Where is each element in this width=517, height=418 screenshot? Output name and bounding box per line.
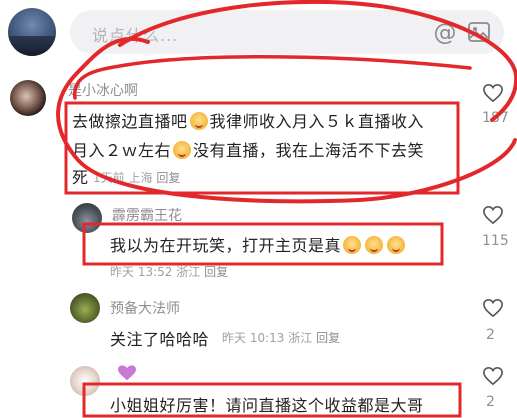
- comment-4-like-button[interactable]: [482, 366, 504, 390]
- comment-2-location: 浙江: [176, 265, 201, 279]
- comment-4-avatar[interactable]: [70, 366, 100, 396]
- comment-2-time: 昨天 13:52: [110, 265, 173, 279]
- comment-3-text: 关注了哈哈哈: [110, 330, 210, 349]
- heart-outline-icon: [483, 83, 503, 103]
- comment-2-username[interactable]: 霹雳霸王花: [112, 205, 182, 225]
- image-icon-svg: [468, 22, 490, 42]
- comment-1-text-line3: 死: [72, 168, 89, 187]
- crying-laughing-emoji-icon: [387, 236, 406, 254]
- comment-3-username[interactable]: 预备大法师: [110, 298, 180, 318]
- comment-2-text-part: 我以为在开玩笑，打开主页是真: [110, 236, 342, 255]
- crying-laughing-emoji-icon: [173, 141, 192, 159]
- at-sign-icon[interactable]: @: [431, 19, 459, 47]
- comment-1-location: 上海: [128, 171, 153, 185]
- comment-1-text-part: 我律师收入月入５ｋ直播收入: [209, 112, 425, 131]
- comment-2-avatar[interactable]: [72, 203, 102, 233]
- comment-1-like-button[interactable]: [482, 83, 504, 107]
- heart-outline-icon: [483, 205, 503, 225]
- comment-1-text-part: 没有直播，我在上海活不下去笑: [193, 141, 425, 160]
- heart-outline-icon: [483, 298, 503, 318]
- comment-2-like-button[interactable]: [482, 205, 504, 229]
- comment-3-like-button[interactable]: [482, 298, 504, 322]
- comment-2-meta: 昨天 13:52 浙江 回复: [110, 263, 228, 280]
- comment-3-location: 浙江: [288, 331, 313, 345]
- comment-3-reply-link[interactable]: 回复: [316, 331, 340, 345]
- comment-4-username-badge[interactable]: [116, 364, 138, 386]
- crying-laughing-emoji-icon: [343, 236, 362, 254]
- comment-1-username[interactable]: 是小冰心啊: [68, 80, 138, 100]
- crying-laughing-emoji-icon: [365, 236, 384, 254]
- heart-badge-icon: [118, 365, 136, 381]
- image-icon[interactable]: [467, 20, 491, 44]
- comment-input-placeholder: 说点什么...: [92, 26, 179, 45]
- comment-1-text-part: 月入２ｗ左右: [72, 141, 172, 160]
- current-user-avatar: [8, 8, 56, 56]
- comment-3-avatar[interactable]: [70, 293, 100, 323]
- comment-2-text: 我以为在开玩笑，打开主页是真: [110, 232, 407, 256]
- comment-1-text-part: 去做擦边直播吧: [72, 112, 188, 131]
- comment-1-avatar[interactable]: [10, 80, 46, 116]
- comment-2-like-count: 115: [482, 233, 509, 249]
- heart-outline-icon: [483, 366, 503, 386]
- comment-4-like-count: 2: [486, 394, 495, 410]
- comment-1-time: 1天前: [93, 171, 125, 185]
- comment-3-like-count: 2: [486, 327, 495, 343]
- comment-1-text-line1: 去做擦边直播吧 我律师收入月入５ｋ直播收入: [72, 108, 424, 132]
- comment-2-reply-link[interactable]: 回复: [204, 265, 228, 279]
- comment-1-like-count: 187: [482, 110, 509, 126]
- comment-1-text-line2: 月入２ｗ左右 没有直播，我在上海活不下去笑: [72, 137, 424, 161]
- comment-4-text: 小姐姐好厉害！请问直播这个收益都是大哥: [110, 396, 424, 415]
- crying-laughing-emoji-icon: [189, 112, 208, 130]
- comment-1-meta: 1天前 上海 回复: [93, 169, 180, 186]
- comment-3-meta: 昨天 10:13 浙江 回复: [222, 329, 340, 346]
- comment-3-time: 昨天 10:13: [222, 331, 285, 345]
- comment-1-reply-link[interactable]: 回复: [156, 171, 180, 185]
